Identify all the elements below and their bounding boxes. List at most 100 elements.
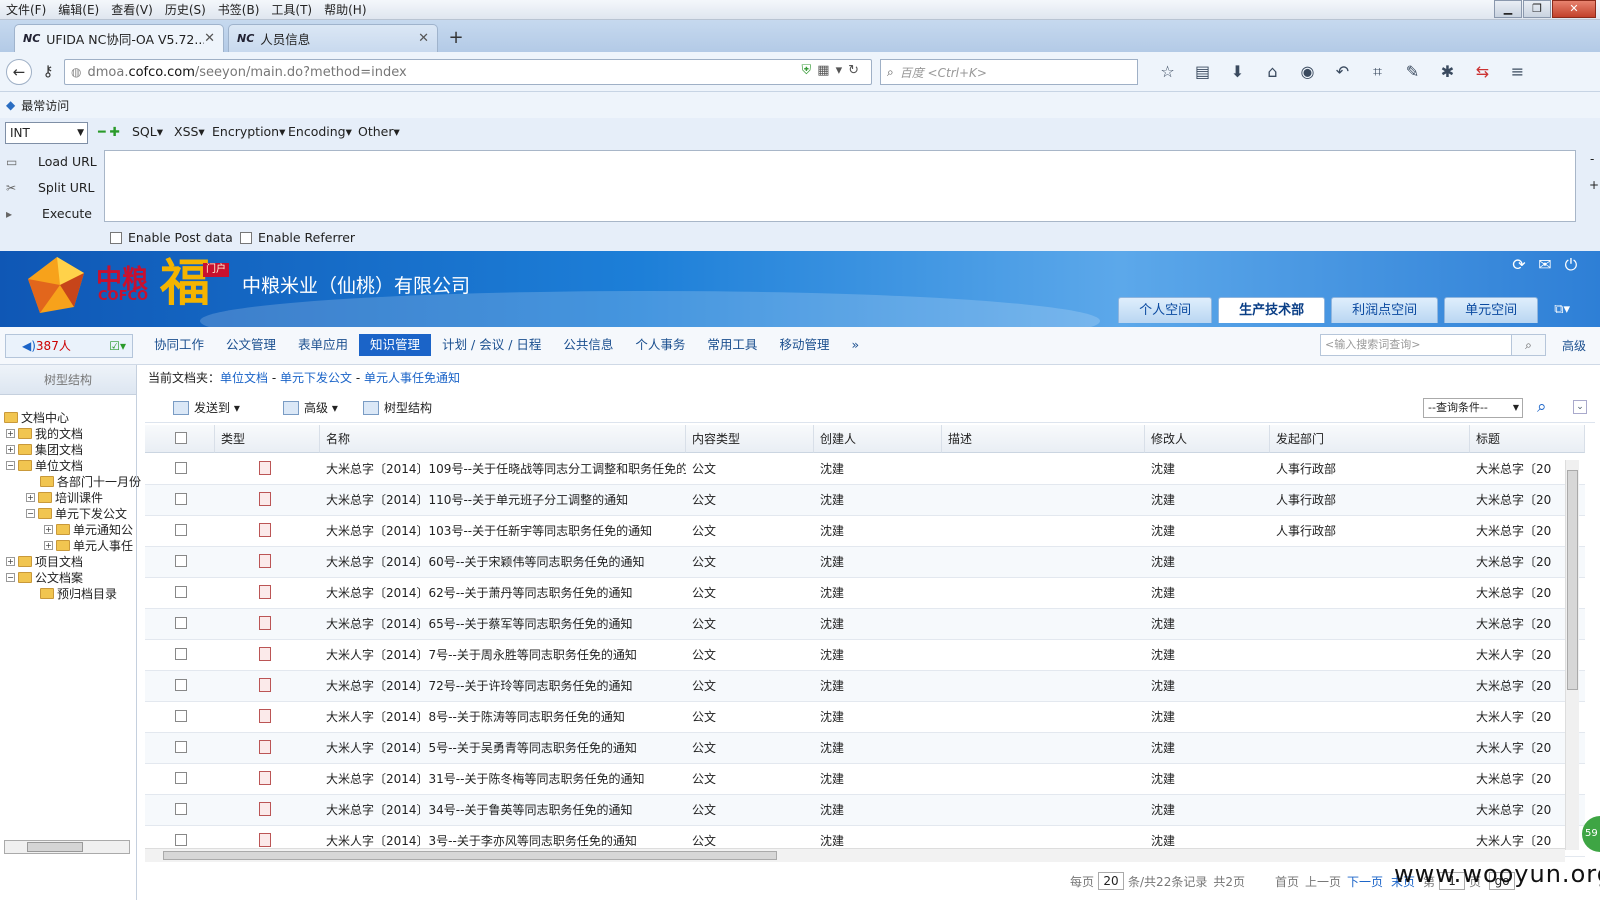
menu-edit[interactable]: 编辑(E) [52,0,105,20]
tree-hscrollbar[interactable] [4,840,130,854]
hamburger-menu-icon[interactable]: ≡ [1500,59,1535,85]
row-name[interactable]: 大米总字〔2014〕103号--关于任新宇等同志职务任免的通知 [320,516,686,546]
table-row[interactable]: 大米总字〔2014〕72号--关于许玲等同志职务任免的通知 公文 沈建 沈建 大米总字〔… [145,671,1585,702]
row-name[interactable]: 大米总字〔2014〕31号--关于陈冬梅等同志职务任免的通知 [320,764,686,794]
menu-view[interactable]: 查看(V) [105,0,159,20]
logout-icon[interactable]: ⏻ [1558,255,1584,275]
close-window-icon[interactable]: ✕ [1552,0,1596,18]
header-col-title[interactable]: 标题 [1470,425,1585,453]
tab-profit-space[interactable]: 利润点空间 [1331,297,1439,323]
comment-icon[interactable]: ✎ [1395,59,1430,85]
close-tab-icon[interactable]: ✕ [418,31,429,46]
select-all-checkbox[interactable] [175,432,187,444]
nav-mobile[interactable]: 移动管理 [768,334,840,356]
most-visited-link[interactable]: 最常访问 [21,97,69,114]
query-search-icon[interactable]: ⌕ [1537,397,1547,417]
row-name[interactable]: 大米总字〔2014〕62号--关于萧丹等同志职务任免的通知 [320,578,686,608]
back-arrow-icon[interactable]: ← [6,59,32,85]
row-checkbox[interactable] [175,772,187,784]
menu-history[interactable]: 历史(S) [159,0,212,20]
breadcrumb-unit-issued[interactable]: 单元下发公文 [280,371,352,385]
header-col-content-type[interactable]: 内容类型 [686,425,814,453]
sync-icon[interactable]: ⇆ [1465,59,1500,85]
encoding-menu[interactable]: Encoding▾ [288,124,352,139]
breadcrumb-unit-hr[interactable]: 单元人事任免通知 [364,371,460,385]
tree-node-pre-archive[interactable]: 预归档目录 [40,585,117,602]
nav-plan-meeting[interactable]: 计划 / 会议 / 日程 [431,334,552,356]
download-icon[interactable]: ⬇ [1220,59,1255,85]
row-name[interactable]: 大米总字〔2014〕110号--关于单元班子分工调整的通知 [320,485,686,515]
pager-prev[interactable]: 上一页 [1305,873,1341,890]
chat-icon[interactable]: ◉ [1290,59,1325,85]
header-col-description[interactable]: 描述 [942,425,1145,453]
tree-node-project-docs[interactable]: + 项目文档 [6,553,83,570]
expand-icon[interactable]: + [1589,178,1599,192]
nav-personal[interactable]: 个人事务 [624,334,696,356]
menu-file[interactable]: 文件(F) [0,0,52,20]
row-checkbox[interactable] [175,493,187,505]
key-icon[interactable]: ⚷ [36,59,60,85]
bookmark-star-icon[interactable]: ☆ [1150,59,1185,85]
shield-icon[interactable]: ⛨ [802,63,818,78]
row-name[interactable]: 大米总字〔2014〕109号--关于任晓战等同志分工调整和职务任免的通 [320,454,686,484]
scroll-thumb[interactable] [1567,470,1578,690]
menu-tools[interactable]: 工具(T) [265,0,318,20]
addon-icon[interactable]: ✱ [1430,59,1465,85]
table-vscrollbar[interactable] [1565,460,1579,850]
collapse-icon[interactable]: − [6,573,15,582]
table-row[interactable]: 大米总字〔2014〕60号--关于宋颖伟等同志职务任免的通知 公文 沈建 沈建 大米总字… [145,547,1585,578]
nav-doc-management[interactable]: 公文管理 [215,334,287,356]
tab-unit-space[interactable]: 单元空间 [1444,297,1539,323]
shrink-icon[interactable]: - [1590,152,1594,166]
address-bar[interactable]: ◍ dmoa.cofco.com/seeyon/main.do?method=i… [64,59,872,85]
pager-first[interactable]: 首页 [1275,873,1299,890]
row-checkbox[interactable] [175,617,187,629]
reader-icon[interactable]: ▤ [1185,59,1220,85]
minimize-icon[interactable]: ▁ [1494,0,1522,18]
menu-bookmarks[interactable]: 书签(B) [212,0,266,20]
hackbar-url-textarea[interactable] [104,150,1576,222]
header-col-checkbox[interactable] [145,425,215,453]
table-row[interactable]: 大米总字〔2014〕62号--关于萧丹等同志职务任免的通知 公文 沈建 沈建 大米总字〔… [145,578,1585,609]
tree-node-unit-docs[interactable]: − 单位文档 [6,457,83,474]
mail-icon[interactable]: ✉ [1532,255,1558,275]
split-url-button[interactable]: ✂ Split URL [6,180,95,195]
hackbar-type-select[interactable]: INT [5,122,88,144]
header-col-creator[interactable]: 创建人 [814,425,942,453]
tree-node-training[interactable]: + 培训课件 [26,489,103,506]
status-dropdown-icon[interactable]: ☑▾ [109,335,126,357]
tree-node-dept-nov[interactable]: 各部门十一月份 [40,473,141,490]
expand-toolbar-icon[interactable]: ⌄ [1573,400,1587,414]
xss-menu[interactable]: XSS▾ [174,124,205,139]
row-name[interactable]: 大米总字〔2014〕65号--关于蔡军等同志职务任免的通知 [320,609,686,639]
nav-public-info[interactable]: 公共信息 [552,334,624,356]
tree-node-doc-center[interactable]: 文档中心 [4,409,69,426]
advanced-button[interactable]: 高级 ▾ [283,399,338,416]
tree-node-group-docs[interactable]: + 集团文档 [6,441,83,458]
expand-icon[interactable]: + [6,557,15,566]
row-checkbox[interactable] [175,741,187,753]
header-col-type[interactable]: 类型 [215,425,320,453]
expand-icon[interactable]: + [6,429,15,438]
pager-next[interactable]: 下一页 [1347,873,1383,890]
expand-icon[interactable]: + [44,541,53,550]
row-name[interactable]: 大米人字〔2014〕7号--关于周永胜等同志职务任免的通知 [320,640,686,670]
row-name[interactable]: 大米总字〔2014〕60号--关于宋颖伟等同志职务任免的通知 [320,547,686,577]
undo-icon[interactable]: ↶ [1325,59,1360,85]
enable-post-checkbox[interactable]: Enable Post data [110,230,233,245]
online-count-badge[interactable]: ◀)387人 ☑▾ [5,334,133,358]
row-name[interactable]: 大米总字〔2014〕34号--关于鲁英等同志职务任免的通知 [320,795,686,825]
restore-icon[interactable]: ❐ [1523,0,1551,18]
refresh-icon[interactable]: ⟳ [1506,255,1532,275]
browser-tab-oa[interactable]: NC UFIDA NC协同-OA V5.72... ✕ [14,24,224,52]
home-icon[interactable]: ⌂ [1255,59,1290,85]
load-url-button[interactable]: ▭ Load URL [6,154,97,169]
menu-help[interactable]: 帮助(H) [318,0,372,20]
row-name[interactable]: 大米人字〔2014〕5号--关于吴勇青等同志职务任免的通知 [320,733,686,763]
tab-personal-space[interactable]: 个人空间 [1118,297,1213,323]
nav-knowledge[interactable]: 知识管理 [359,334,432,356]
table-row[interactable]: 大米总字〔2014〕110号--关于单元班子分工调整的通知 公文 沈建 沈建 人事行政部… [145,485,1585,516]
row-checkbox[interactable] [175,679,187,691]
expand-icon[interactable]: + [26,493,35,502]
close-tab-icon[interactable]: ✕ [204,31,215,46]
